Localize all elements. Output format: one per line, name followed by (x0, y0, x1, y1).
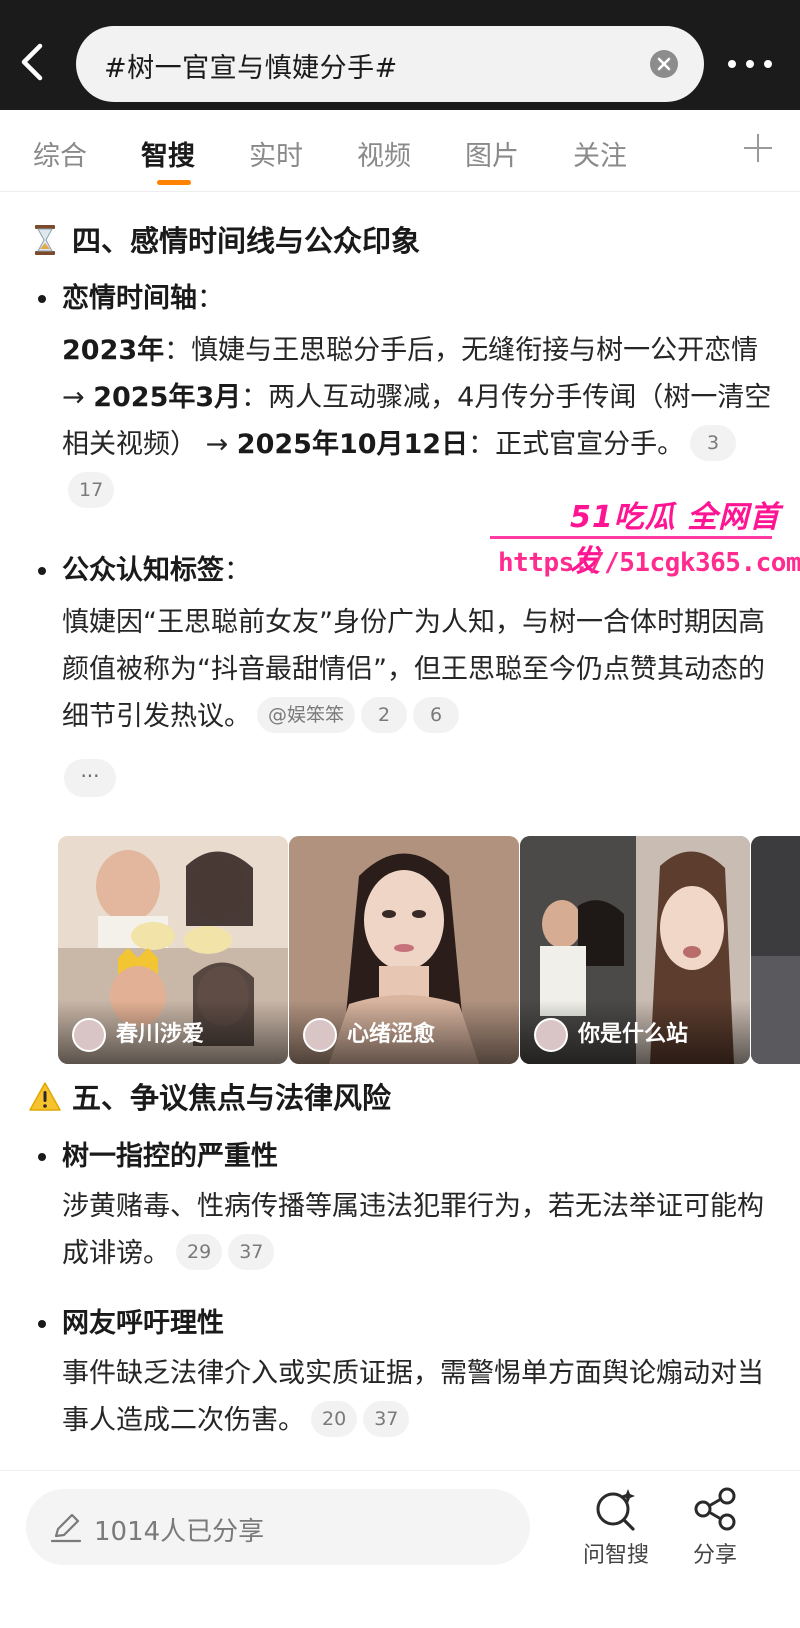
image-card-partial[interactable] (751, 836, 800, 1064)
share-icon (694, 1487, 736, 1531)
reference-chip[interactable]: 3 (690, 424, 737, 461)
clear-icon[interactable] (650, 50, 678, 78)
tab-comprehensive[interactable]: 综合 (33, 134, 87, 173)
public-labels-paragraph: 慎婕因“王思聪前女友”身份广为人知，与树一合体时期因高颜值被称为“抖音最甜情侣”… (62, 599, 774, 740)
back-icon[interactable] (14, 40, 54, 84)
author-avatar (303, 1018, 337, 1052)
active-tab-indicator (157, 180, 191, 185)
reference-chip[interactable]: 2 (361, 696, 408, 733)
bottom-action-bar: 1014人已分享 问智搜 分享 (0, 1470, 800, 1628)
reference-chip[interactable]: 29 (176, 1233, 223, 1270)
ask-smart-search-button[interactable]: 问智搜 (571, 1485, 661, 1585)
tab-smart-search[interactable]: 智搜 (141, 134, 195, 173)
section-5-title-text: 五、争议焦点与法律风险 (72, 1081, 392, 1115)
search-input[interactable]: #树一官宣与慎婕分手# (76, 26, 704, 102)
reference-chip[interactable]: 6 (413, 696, 460, 733)
timeline-date-2025-10-12: 2025年10月12日 (236, 429, 469, 460)
item-heading-rational-call: 网友呼吁理性 (62, 1308, 224, 1339)
tab-realtime[interactable]: 实时 (249, 134, 303, 173)
rational-call-paragraph: 事件缺乏法律介入或实质证据，需警惕单方面舆论煽动对当事人造成二次伤害。 20 37 (62, 1350, 774, 1444)
section-4-title: 四、感情时间线与公众印象 (28, 221, 420, 261)
image-author-name: 心绪涩愈 (347, 1022, 436, 1047)
warning-icon (28, 1080, 62, 1114)
severity-text: 涉黄赌毒、性病传播等属违法犯罪行为，若无法举证可能构成诽谤。 (62, 1191, 764, 1269)
share-label: 分享 (692, 1543, 737, 1568)
rational-call-text: 事件缺乏法律介入或实质证据，需警惕单方面舆论煽动对当事人造成二次伤害。 (62, 1358, 764, 1436)
search-query-text: #树一官宣与慎婕分手# (104, 53, 398, 84)
bullet (38, 1320, 46, 1328)
source-chip[interactable]: @娱笨笨 (257, 696, 356, 733)
ask-smart-search-label: 问智搜 (582, 1543, 649, 1568)
more-options-icon[interactable] (724, 52, 776, 76)
bullet (38, 1153, 46, 1161)
reference-chip[interactable]: 17 (68, 471, 115, 508)
add-tab-icon[interactable] (740, 130, 776, 166)
item-heading-timeline: 恋情时间轴： (62, 279, 224, 319)
item-heading-text: 公众认知标签 (62, 555, 224, 586)
reference-chip[interactable]: 37 (228, 1233, 275, 1270)
reference-chip[interactable]: 37 (363, 1400, 410, 1437)
item-heading-text: 恋情时间轴 (62, 283, 197, 314)
timeline-date-2023: 2023年 (62, 335, 165, 366)
app-root: #树一官宣与慎婕分手# 综合 智搜 实时 视频 图片 关注 四、感情时间线与公众… (0, 0, 800, 1628)
hourglass-icon (28, 223, 62, 257)
reference-chip[interactable]: 20 (311, 1400, 358, 1437)
related-images-strip[interactable]: 春川涉爱 心绪涩愈 你是什么站 (58, 836, 800, 1064)
timeline-paragraph: 2023年：慎婕与王思聪分手后，无缝衔接与树一公开恋情 → 2025年3月：两人… (62, 327, 774, 515)
tab-images[interactable]: 图片 (465, 134, 519, 173)
author-avatar (534, 1018, 568, 1052)
image-card[interactable]: 春川涉爱 (58, 836, 288, 1064)
share-button[interactable]: 分享 (670, 1485, 760, 1585)
smart-search-icon (596, 1489, 635, 1531)
item-heading-severity: 树一指控的严重性 (62, 1141, 278, 1172)
item-heading-colon: ： (197, 283, 224, 314)
watermark-underline (490, 536, 772, 539)
section-4-title-text: 四、感情时间线与公众印象 (72, 224, 421, 258)
image-card[interactable]: 你是什么站 (520, 836, 750, 1064)
bullet (38, 567, 46, 575)
bullet (38, 295, 46, 303)
share-comment-input[interactable]: 1014人已分享 (26, 1489, 530, 1565)
section-5-title: 五、争议焦点与法律风险 (28, 1078, 391, 1118)
pen-icon (48, 1509, 84, 1545)
top-search-bar: #树一官宣与慎婕分手# (0, 0, 800, 110)
timeline-text-3: ：正式官宣分手。 (468, 429, 685, 460)
tab-video[interactable]: 视频 (357, 134, 411, 173)
search-tabs: 综合 智搜 实时 视频 图片 关注 (0, 110, 800, 192)
share-input-placeholder: 1014人已分享 (94, 1517, 265, 1547)
item-heading-public-labels: 公众认知标签： (62, 551, 251, 591)
timeline-date-2025-03: 2025年3月 (93, 382, 242, 413)
image-author-name: 你是什么站 (578, 1022, 689, 1047)
severity-paragraph: 涉黄赌毒、性病传播等属违法犯罪行为，若无法举证可能构成诽谤。 29 37 (62, 1183, 774, 1277)
image-card[interactable]: 心绪涩愈 (289, 836, 519, 1064)
tab-following[interactable]: 关注 (573, 134, 627, 173)
partial-photo-image (751, 836, 800, 1064)
watermark-url: https://51cgk365.com (498, 548, 800, 578)
author-avatar (72, 1018, 106, 1052)
item-heading-colon: ： (224, 555, 251, 586)
image-author-name: 春川涉爱 (116, 1022, 205, 1047)
more-references-button[interactable]: ··· (64, 759, 116, 797)
